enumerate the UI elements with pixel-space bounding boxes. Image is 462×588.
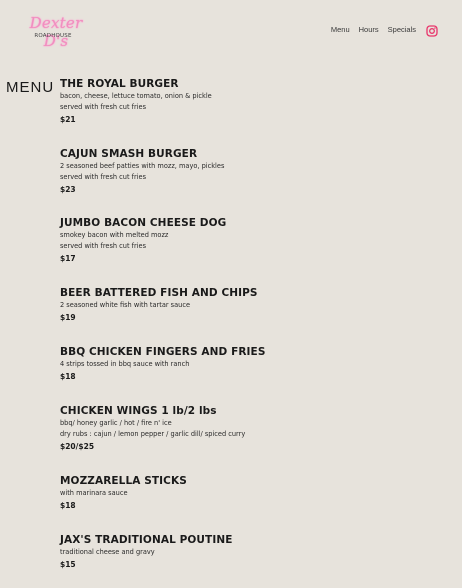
logo-subtitle: ROADHOUSE [34, 33, 72, 39]
menu-item-fish-and-chips: BEER BATTERED FISH AND CHIPS 2 seasoned … [60, 286, 440, 323]
site-header: Dexter D's ROADHOUSE Menu Hours Specials [0, 0, 462, 60]
item-desc: 4 strips tossed in bbq sauce with ranch [60, 360, 190, 368]
menu-item-poutine: JAX'S TRADITIONAL POUTINE traditional ch… [60, 533, 440, 570]
menu-item-bacon-cheese-dog: JUMBO BACON CHEESE DOG smokey bacon with… [60, 216, 440, 264]
item-name: CHICKEN WINGS 1 lb/2 lbs [60, 405, 217, 417]
item-desc: served with fresh cut fries [60, 173, 147, 181]
item-name: JUMBO BACON CHEESE DOG [60, 217, 227, 229]
logo[interactable]: Dexter D's ROADHOUSE [20, 14, 92, 50]
instagram-icon[interactable] [426, 24, 438, 37]
item-price: $18 [60, 372, 76, 381]
item-name: JAX'S TRADITIONAL POUTINE [60, 534, 233, 546]
item-desc: bacon, cheese, lettuce tomato, onion & p… [60, 92, 212, 100]
nav-menu-link[interactable]: Menu [331, 23, 350, 37]
menu-item-chicken-fingers: BBQ CHICKEN FINGERS AND FRIES 4 strips t… [60, 345, 440, 382]
item-price: $15 [60, 560, 76, 569]
item-desc: dry rubs : cajun / lemon pepper / garlic… [60, 430, 246, 438]
item-desc: served with fresh cut fries [60, 103, 147, 111]
item-price: $18 [60, 501, 76, 510]
item-desc: 2 seasoned beef patties with mozz, mayo,… [60, 162, 225, 170]
item-desc: 2 seasoned white fish with tartar sauce [60, 301, 191, 309]
item-price: $21 [60, 115, 76, 124]
item-desc: bbq/ honey garlic / hot / fire n' ice [60, 419, 172, 427]
menu-item-mozzarella-sticks: MOZZARELLA STICKS with marinara sauce $1… [60, 474, 440, 511]
item-name: BBQ CHICKEN FINGERS AND FRIES [60, 346, 266, 358]
item-name: THE ROYAL BURGER [60, 78, 179, 90]
item-price: $20/$25 [60, 442, 95, 451]
menu-item-cajun-smash-burger: CAJUN SMASH BURGER 2 seasoned beef patti… [60, 147, 440, 195]
main-nav: Menu Hours Specials [322, 23, 438, 37]
item-desc: smokey bacon with melted mozz [60, 231, 169, 239]
menu-heading: MENU [6, 79, 55, 96]
menu-item-chicken-wings: CHICKEN WINGS 1 lb/2 lbs bbq/ honey garl… [60, 404, 440, 452]
item-desc: with marinara sauce [60, 489, 128, 497]
item-price: $19 [60, 313, 76, 322]
item-price: $17 [60, 254, 76, 263]
nav-hours-link[interactable]: Hours [359, 23, 379, 37]
nav-specials-link[interactable]: Specials [388, 23, 416, 37]
item-name: BEER BATTERED FISH AND CHIPS [60, 287, 258, 299]
item-desc: served with fresh cut fries [60, 242, 147, 250]
item-price: $23 [60, 185, 76, 194]
item-desc: traditional cheese and gravy [60, 548, 155, 556]
item-name: MOZZARELLA STICKS [60, 475, 187, 487]
item-name: CAJUN SMASH BURGER [60, 148, 198, 160]
menu-item-royal-burger: THE ROYAL BURGER bacon, cheese, lettuce … [60, 77, 440, 125]
